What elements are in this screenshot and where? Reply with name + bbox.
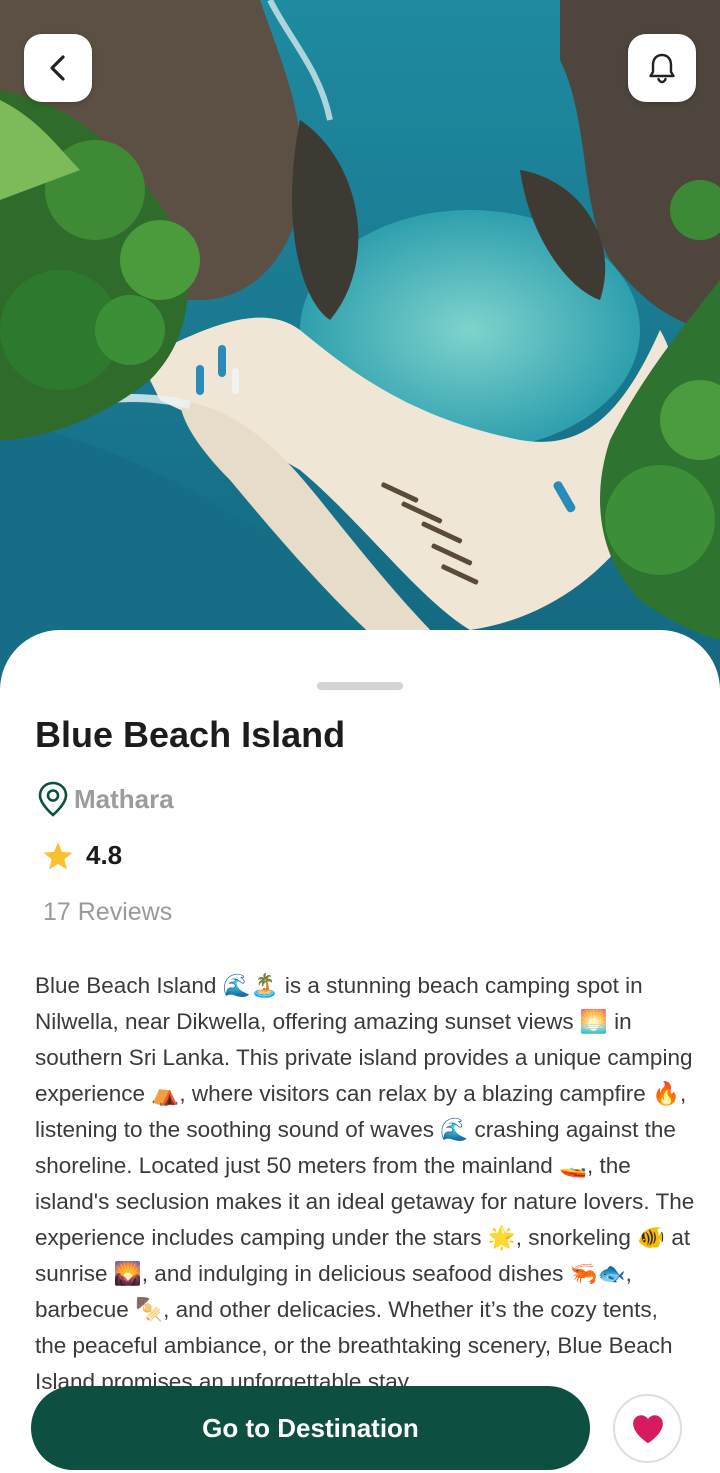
reviews-count[interactable]: 17 Reviews: [43, 898, 172, 927]
chevron-left-icon: [50, 55, 65, 81]
go-to-destination-button[interactable]: Go to Destination: [31, 1386, 590, 1470]
back-button[interactable]: [24, 34, 92, 102]
details-sheet: Blue Beach Island Mathara 4.8 17 Reviews…: [0, 630, 720, 1473]
bell-icon: [649, 53, 675, 84]
location-row: Mathara: [36, 780, 174, 818]
aerial-beach-photo: [0, 0, 720, 700]
rating-value: 4.8: [86, 840, 123, 870]
location-label: Mathara: [74, 783, 174, 814]
rating-row: 4.8: [42, 840, 122, 871]
place-title: Blue Beach Island: [35, 714, 346, 755]
star-icon: [43, 841, 73, 869]
sheet-drag-handle[interactable]: [317, 682, 403, 690]
heart-icon: [632, 1414, 663, 1443]
hero-image: [0, 0, 720, 700]
notifications-button[interactable]: [628, 34, 696, 102]
favorite-button[interactable]: [613, 1394, 682, 1463]
location-pin-icon: [38, 781, 68, 817]
place-description: Blue Beach Island 🌊🏝️ is a stunning beac…: [35, 973, 695, 1394]
